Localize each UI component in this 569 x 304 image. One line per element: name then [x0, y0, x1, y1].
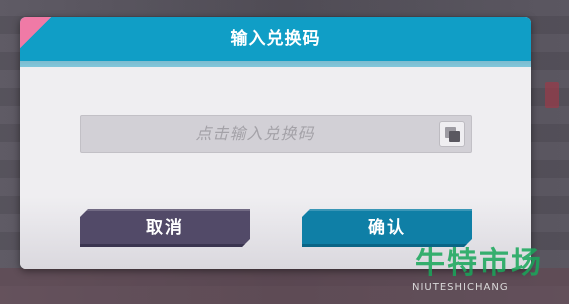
- dialog-title: 输入兑换码: [230, 29, 321, 49]
- watermark-subtext: NIUTESHICHANG: [412, 282, 509, 293]
- cancel-button[interactable]: 取消: [80, 209, 250, 247]
- redeem-code-placeholder: 点击输入兑换码: [195, 124, 315, 143]
- paste-icon-front: [449, 131, 460, 142]
- background-accent: [545, 82, 559, 108]
- redeem-code-input[interactable]: 点击输入兑换码: [80, 115, 472, 153]
- redeem-code-dialog: 输入兑换码 点击输入兑换码 取消 确认: [20, 17, 531, 269]
- watermark-logo: 牛特市场: [415, 246, 543, 281]
- paste-button[interactable]: [439, 121, 465, 147]
- header-shadow: [20, 61, 531, 67]
